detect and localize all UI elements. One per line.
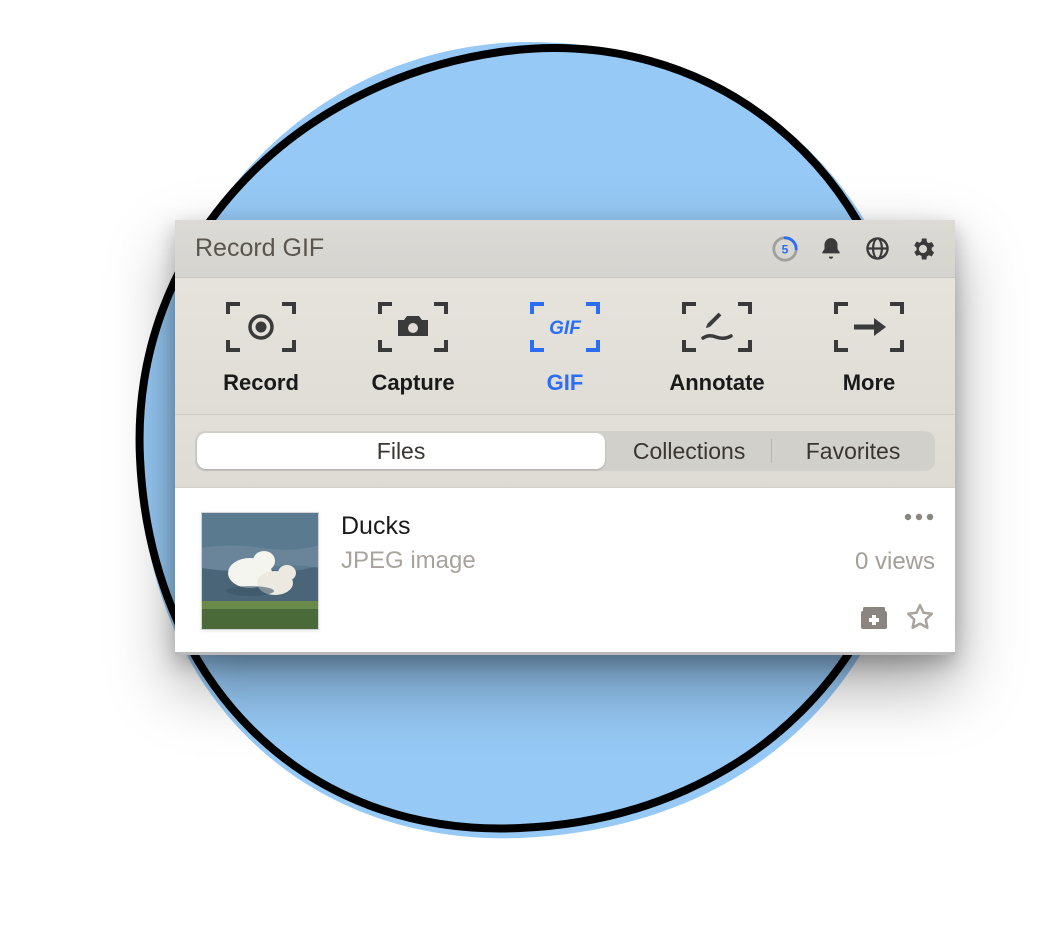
file-text: Ducks JPEG image xyxy=(319,512,855,575)
tool-capture[interactable]: Capture xyxy=(343,298,483,396)
tool-label: Annotate xyxy=(669,370,764,396)
file-thumbnail xyxy=(201,512,319,630)
tool-annotate[interactable]: Annotate xyxy=(647,298,787,396)
tool-gif[interactable]: GIF GIF xyxy=(495,298,635,396)
add-to-collection-icon[interactable] xyxy=(859,603,889,631)
tool-more[interactable]: More xyxy=(799,298,939,396)
more-options-icon[interactable] xyxy=(903,512,935,522)
bell-icon[interactable] xyxy=(817,235,845,263)
svg-text:5: 5 xyxy=(782,242,789,256)
tab-files[interactable]: Files xyxy=(197,433,605,469)
file-row[interactable]: Ducks JPEG image 0 views xyxy=(175,488,955,655)
tool-label: Capture xyxy=(371,370,454,396)
app-window: Record GIF 5 xyxy=(175,220,955,655)
file-type: JPEG image xyxy=(341,547,855,575)
tab-collections[interactable]: Collections xyxy=(607,431,771,471)
tab-label: Collections xyxy=(633,438,746,465)
svg-text:GIF: GIF xyxy=(549,318,582,339)
tabs-row: Files Collections Favorites xyxy=(175,415,955,488)
view-count: 0 views xyxy=(855,548,935,576)
tab-favorites[interactable]: Favorites xyxy=(771,431,935,471)
tool-label: More xyxy=(843,370,896,396)
globe-icon[interactable] xyxy=(863,235,891,263)
settings-icon[interactable] xyxy=(909,235,937,263)
file-name: Ducks xyxy=(341,512,855,541)
title-icons: 5 xyxy=(771,235,937,263)
favorite-star-icon[interactable] xyxy=(905,602,935,632)
tab-label: Favorites xyxy=(806,438,901,465)
file-meta: 0 views xyxy=(855,512,935,632)
row-actions xyxy=(859,602,935,632)
countdown-icon[interactable]: 5 xyxy=(771,235,799,263)
window-title: Record GIF xyxy=(195,234,324,263)
segmented-control: Files Collections Favorites xyxy=(195,431,935,471)
toolbar: Record Capture GIF xyxy=(175,278,955,415)
tool-record[interactable]: Record xyxy=(191,298,331,396)
tab-label: Files xyxy=(377,438,426,465)
tool-label: GIF xyxy=(547,370,584,396)
tool-label: Record xyxy=(223,370,299,396)
titlebar: Record GIF 5 xyxy=(175,220,955,278)
